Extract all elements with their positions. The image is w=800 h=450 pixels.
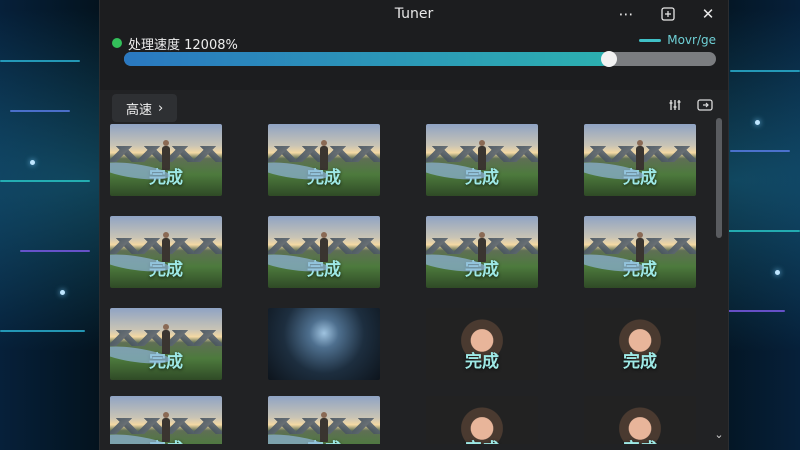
done-label: 完成 bbox=[426, 435, 538, 444]
done-label: 完成 bbox=[465, 260, 499, 280]
progress-thumb[interactable] bbox=[601, 51, 618, 67]
speed-status: 处理速度 12008% bbox=[128, 38, 238, 53]
thumbnail-tile[interactable]: 完成 bbox=[426, 124, 538, 196]
app-window: Tuner ⋯ ✕ 处理速度 12008% Movr/ge 高速 › 完成 完成完… bbox=[100, 0, 728, 450]
thumbnail-tile[interactable]: 完成 bbox=[426, 308, 538, 380]
thumbnail-tile[interactable]: 完成 bbox=[268, 216, 380, 288]
done-label: 完成 bbox=[307, 168, 341, 188]
progress-section: 处理速度 12008% Movr/ge bbox=[112, 33, 716, 68]
thumbnail-tile[interactable]: 完成 bbox=[268, 396, 380, 444]
done-label: 完成 bbox=[149, 352, 183, 372]
results-panel: 高速 › 完成完成完成完成完成完成完成完成完成完成完成完成完成完成完成 ⌄ bbox=[100, 90, 728, 450]
pin-icon[interactable] bbox=[658, 4, 678, 24]
done-label: 完成 bbox=[623, 260, 657, 280]
dash-icon bbox=[639, 38, 662, 42]
done-label: 完成 bbox=[623, 168, 657, 188]
movie-label: Movr/ge bbox=[667, 33, 716, 47]
chevron-down-icon[interactable]: ⌄ bbox=[712, 428, 726, 442]
done-label: 完成 bbox=[268, 435, 380, 444]
done-label: 完成 bbox=[623, 352, 657, 372]
thumbnail-tile[interactable]: 完成 bbox=[110, 396, 222, 444]
done-label: 完成 bbox=[307, 260, 341, 280]
filter-icon[interactable] bbox=[666, 96, 684, 114]
thumbnail-tile[interactable]: 完成 bbox=[584, 216, 696, 288]
done-label: 完成 bbox=[110, 435, 222, 444]
speed-mode-button[interactable]: 高速 › bbox=[112, 94, 178, 122]
done-label: 完成 bbox=[149, 168, 183, 188]
progress-bar[interactable] bbox=[124, 51, 716, 67]
speed-mode-label: 高速 bbox=[126, 102, 153, 118]
done-label: 完成 bbox=[149, 260, 183, 280]
export-icon[interactable] bbox=[696, 96, 714, 114]
progress-fill bbox=[124, 52, 610, 66]
done-label: 完成 bbox=[465, 168, 499, 188]
thumbnail-grid: 完成完成完成完成完成完成完成完成完成完成完成完成完成完成完成 bbox=[110, 124, 704, 444]
done-label: 完成 bbox=[584, 435, 696, 444]
chevron-right-icon: › bbox=[158, 100, 164, 116]
thumbnail-tile[interactable]: 完成 bbox=[584, 124, 696, 196]
status-ok-icon bbox=[112, 38, 122, 48]
scrollbar[interactable] bbox=[716, 118, 722, 238]
thumbnail-tile[interactable]: 完成 bbox=[584, 396, 696, 444]
thumbnail-tile[interactable]: 完成 bbox=[110, 124, 222, 196]
close-icon[interactable]: ✕ bbox=[698, 4, 718, 24]
thumbnail-tile[interactable]: 完成 bbox=[110, 216, 222, 288]
done-label: 完成 bbox=[465, 352, 499, 372]
more-icon[interactable]: ⋯ bbox=[616, 4, 636, 24]
thumbnail-tile[interactable] bbox=[268, 308, 380, 380]
movie-link[interactable]: Movr/ge bbox=[639, 33, 716, 47]
thumbnail-tile[interactable]: 完成 bbox=[268, 124, 380, 196]
thumbnail-tile[interactable]: 完成 bbox=[584, 308, 696, 380]
title-bar[interactable]: Tuner ⋯ ✕ bbox=[100, 0, 728, 28]
thumbnail-tile[interactable]: 完成 bbox=[426, 396, 538, 444]
thumbnail-tile[interactable]: 完成 bbox=[426, 216, 538, 288]
thumbnail-tile[interactable]: 完成 bbox=[110, 308, 222, 380]
